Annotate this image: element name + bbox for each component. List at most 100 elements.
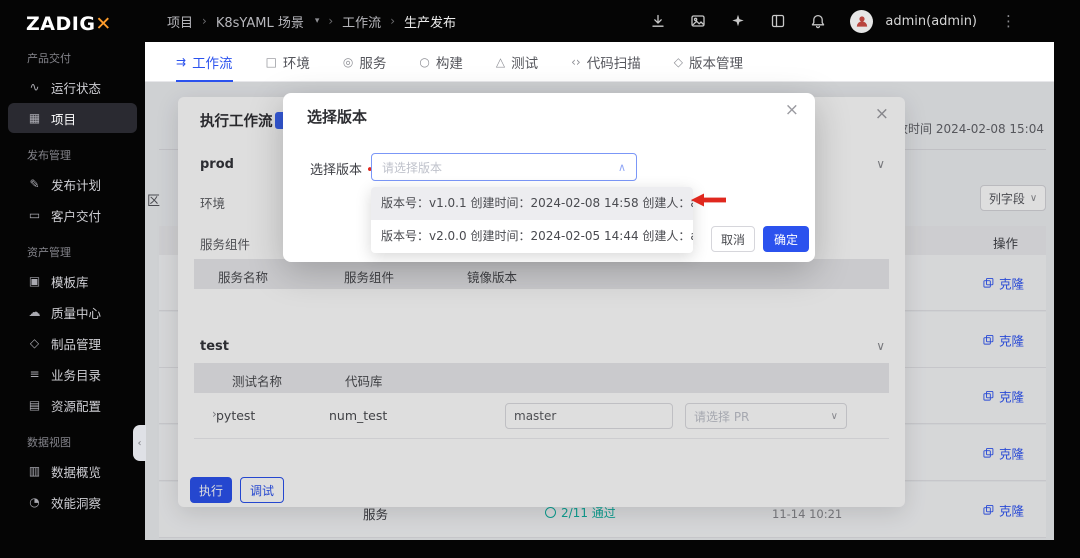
caret-down-icon[interactable]: ▾ xyxy=(315,16,320,26)
topbar-icons: admin(admin) ⋮ xyxy=(650,9,1016,33)
chart-icon: ▥ xyxy=(28,464,41,478)
sidebar-item-template-library[interactable]: ▣ 模板库 xyxy=(8,266,137,296)
bell-icon[interactable] xyxy=(810,13,826,29)
tab-version-mgmt[interactable]: ◇ 版本管理 xyxy=(674,42,743,82)
username-label[interactable]: admin(admin) xyxy=(885,14,977,29)
more-menu-icon[interactable]: ⋮ xyxy=(1001,12,1016,30)
sidebar-collapse-handle[interactable]: ‹ xyxy=(133,425,146,461)
tab-label: 测试 xyxy=(511,55,539,72)
tab-workflow[interactable]: ⇉ 工作流 xyxy=(176,42,233,82)
edit-doc-icon: ✎ xyxy=(29,177,40,191)
project-tabs: ⇉ 工作流 □ 环境 ◎ 服务 ○ 构建 △ 测试 ‹› 代码扫描 ◇ 版本管理 xyxy=(145,42,1054,82)
layers-icon: ≡ xyxy=(29,367,40,381)
breadcrumb-sep: › xyxy=(328,14,334,28)
sidebar-item-label: 运行状态 xyxy=(51,80,102,96)
sparkle-icon[interactable] xyxy=(730,13,746,29)
sidebar-section-product-delivery: 产品交付 xyxy=(27,52,71,65)
version-dropdown-panel: 版本号：v1.0.1 创建时间：2024-02-08 14:58 创建人：adm… xyxy=(371,187,693,253)
field-label-text: 选择版本 xyxy=(310,163,363,178)
cancel-button[interactable]: 取消 xyxy=(711,226,755,252)
zadigx-logo[interactable]: ZADIG✕ xyxy=(0,0,145,37)
tab-label: 服务 xyxy=(359,55,387,72)
grid-icon: ▦ xyxy=(28,111,41,125)
sidebar-item-projects[interactable]: ▦ 项目 xyxy=(8,103,137,133)
main-area: ⇉ 工作流 □ 环境 ◎ 服务 ○ 构建 △ 测试 ‹› 代码扫描 ◇ 版本管理… xyxy=(145,42,1054,540)
sidebar-item-label: 业务目录 xyxy=(51,367,102,383)
app-window: ZADIG✕ 产品交付 ∿ 运行状态 ▦ 项目 发布管理 ✎ 发布计划 ▭ 客户… xyxy=(0,0,1080,558)
tab-code-scan[interactable]: ‹› 代码扫描 xyxy=(571,42,641,82)
sidebar-item-label: 客户交付 xyxy=(51,208,102,224)
image-icon[interactable] xyxy=(690,13,706,29)
close-icon[interactable]: × xyxy=(785,100,799,120)
page-content: 改时间 2024-02-08 15:04 区 列字段 ∨ 操作 克隆 克隆 克隆… xyxy=(145,82,1054,540)
breadcrumb-project-name[interactable]: K8sYAML 场景 xyxy=(216,12,304,31)
sidebar-item-label: 数据概览 xyxy=(51,464,102,480)
sidebar-item-quality-center[interactable]: ☁ 质量中心 xyxy=(8,297,137,327)
docs-icon[interactable] xyxy=(770,13,786,29)
download-icon[interactable] xyxy=(650,13,666,29)
version-field-label: 选择版本 • xyxy=(310,159,374,178)
version-select-placeholder: 请选择版本 xyxy=(382,160,443,175)
sidebar-item-artifact-mgmt[interactable]: ◇ 制品管理 xyxy=(8,328,137,358)
tab-label: 环境 xyxy=(282,55,310,72)
logo-text: ZADIG xyxy=(26,13,96,35)
breadcrumb: 项目 › K8sYAML 场景 ▾ › 工作流 › 生产发布 xyxy=(167,12,456,31)
cloud-icon: ☁ xyxy=(28,305,41,319)
topbar: 项目 › K8sYAML 场景 ▾ › 工作流 › 生产发布 admin(adm… xyxy=(145,0,1080,42)
package-icon: ◇ xyxy=(29,336,40,350)
breadcrumb-projects[interactable]: 项目 xyxy=(167,12,193,31)
modal-title: 选择版本 xyxy=(307,108,368,126)
build-icon: ○ xyxy=(419,54,430,69)
test-icon: △ xyxy=(495,54,506,69)
sidebar-item-run-status[interactable]: ∿ 运行状态 xyxy=(8,72,137,102)
annotation-arrow-icon xyxy=(691,193,726,207)
select-version-modal: 选择版本 × 选择版本 • 请选择版本 ∧ 版本号：v1.0.1 创建时间：202… xyxy=(283,93,815,262)
breadcrumb-workflows[interactable]: 工作流 xyxy=(342,12,381,31)
chevron-up-icon: ∧ xyxy=(617,160,626,174)
logo-x-icon: ✕ xyxy=(95,13,112,35)
version-option-2[interactable]: 版本号：v2.0.0 创建时间：2024-02-05 14:44 创建人：adm… xyxy=(371,220,693,253)
sidebar-item-label: 发布计划 xyxy=(51,177,102,193)
sidebar-item-label: 质量中心 xyxy=(51,305,102,321)
pie-icon: ◔ xyxy=(29,495,40,509)
sidebar-item-data-overview[interactable]: ▥ 数据概览 xyxy=(8,456,137,486)
breadcrumb-sep: › xyxy=(202,14,207,28)
tab-label: 工作流 xyxy=(192,55,233,72)
sidebar-item-release-plan[interactable]: ✎ 发布计划 xyxy=(8,169,137,199)
sidebar-item-label: 制品管理 xyxy=(51,336,102,352)
code-scan-icon: ‹› xyxy=(571,54,581,69)
sidebar-item-insight[interactable]: ◔ 效能洞察 xyxy=(8,487,137,517)
tab-label: 代码扫描 xyxy=(586,55,641,72)
template-icon: ▣ xyxy=(28,274,41,288)
version-icon: ◇ xyxy=(673,54,683,69)
version-option-1[interactable]: 版本号：v1.0.1 创建时间：2024-02-08 14:58 创建人：adm… xyxy=(371,187,693,220)
sidebar-item-label: 效能洞察 xyxy=(51,495,102,511)
sidebar-item-label: 模板库 xyxy=(51,274,89,290)
tab-environment[interactable]: □ 环境 xyxy=(266,42,310,82)
workflow-icon: ⇉ xyxy=(176,54,187,69)
breadcrumb-sep: › xyxy=(390,14,395,28)
tab-label: 构建 xyxy=(435,55,463,72)
version-select[interactable]: 请选择版本 ∧ xyxy=(371,153,637,181)
sidebar-section-release-mgmt: 发布管理 xyxy=(27,149,71,162)
sidebar-section-asset-mgmt: 资产管理 xyxy=(27,246,71,259)
chevron-left-icon: ‹ xyxy=(137,437,142,449)
environment-icon: □ xyxy=(265,54,277,69)
breadcrumb-current: 生产发布 xyxy=(404,15,457,31)
services-icon: ◎ xyxy=(342,54,354,69)
sidebar: ZADIG✕ 产品交付 ∿ 运行状态 ▦ 项目 发布管理 ✎ 发布计划 ▭ 客户… xyxy=(0,0,145,558)
sidebar-section-data-view: 数据视图 xyxy=(27,436,71,449)
sidebar-item-business-catalog[interactable]: ≡ 业务目录 xyxy=(8,359,137,389)
server-icon: ▤ xyxy=(28,398,41,412)
user-avatar[interactable] xyxy=(850,9,874,33)
sidebar-item-resource-config[interactable]: ▤ 资源配置 xyxy=(8,390,137,420)
tab-build[interactable]: ○ 构建 xyxy=(419,42,462,82)
tab-label: 版本管理 xyxy=(688,55,743,72)
tab-services[interactable]: ◎ 服务 xyxy=(343,42,386,82)
sidebar-item-label: 资源配置 xyxy=(51,398,102,414)
confirm-button[interactable]: 确定 xyxy=(763,226,809,252)
tab-test[interactable]: △ 测试 xyxy=(496,42,538,82)
sidebar-item-customer-delivery[interactable]: ▭ 客户交付 xyxy=(8,200,137,230)
monitor-icon: ▭ xyxy=(28,208,41,222)
sidebar-item-label: 项目 xyxy=(51,111,77,127)
